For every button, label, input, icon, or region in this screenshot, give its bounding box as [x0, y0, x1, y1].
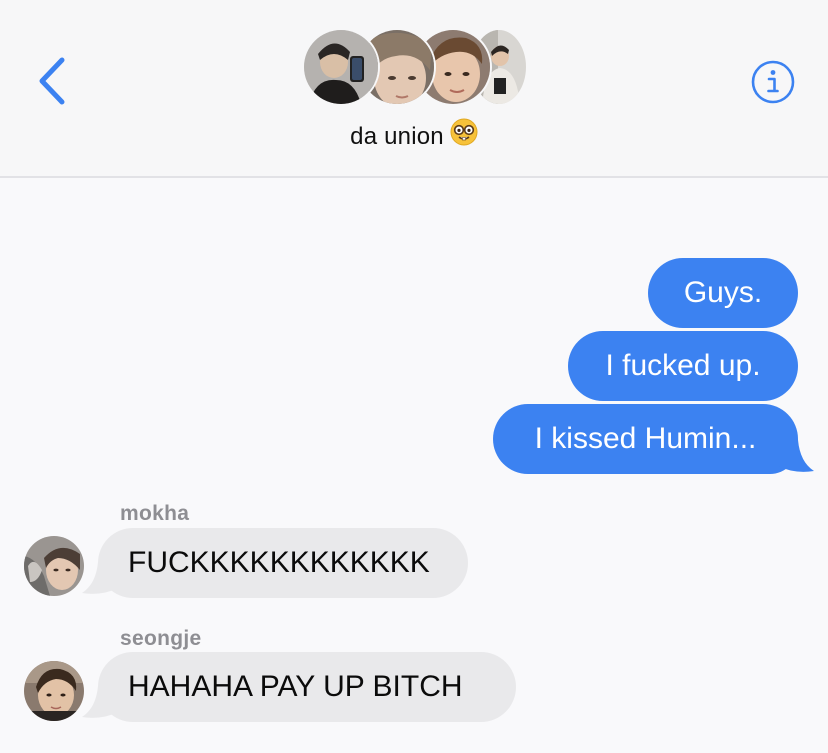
message-text: Guys.: [683, 276, 763, 309]
incoming-message-bubble[interactable]: HAHAHA PAY UP BITCH: [98, 652, 516, 722]
info-circle-icon: [751, 60, 795, 104]
conversation-header: da union: [0, 0, 828, 178]
message-text: I fucked up.: [605, 349, 761, 382]
participant-avatar: [302, 28, 380, 106]
back-button[interactable]: [30, 52, 78, 110]
incoming-bubble-tail: [82, 562, 120, 594]
chevron-left-icon: [39, 57, 65, 105]
sender-avatar-mokha[interactable]: [24, 536, 84, 596]
group-avatars[interactable]: [302, 28, 528, 108]
outgoing-message-bubble[interactable]: I fucked up.: [568, 331, 798, 401]
nerd-face-emoji-icon: [450, 118, 478, 153]
outgoing-message-bubble[interactable]: I kissed Humin...: [493, 404, 798, 474]
outgoing-message-bubble[interactable]: Guys.: [648, 258, 798, 328]
sender-avatar-seongje[interactable]: [24, 661, 84, 721]
sender-name: mokha: [120, 502, 190, 525]
incoming-bubble-tail: [82, 686, 120, 718]
group-name-label: da union: [350, 122, 444, 150]
message-text: FUCKKKKKKKKKKKK: [128, 546, 430, 579]
incoming-message-bubble[interactable]: FUCKKKKKKKKKKKK: [98, 528, 468, 598]
group-title[interactable]: da union: [0, 118, 828, 153]
sender-name: seongje: [120, 627, 202, 650]
chat-screen: da union Guys. I fucked up. I kissed Hum…: [0, 0, 828, 753]
outgoing-bubble-tail: [770, 440, 814, 472]
message-text: I kissed Humin...: [534, 422, 757, 455]
details-info-button[interactable]: [751, 60, 795, 104]
message-text: HAHAHA PAY UP BITCH: [128, 670, 463, 703]
